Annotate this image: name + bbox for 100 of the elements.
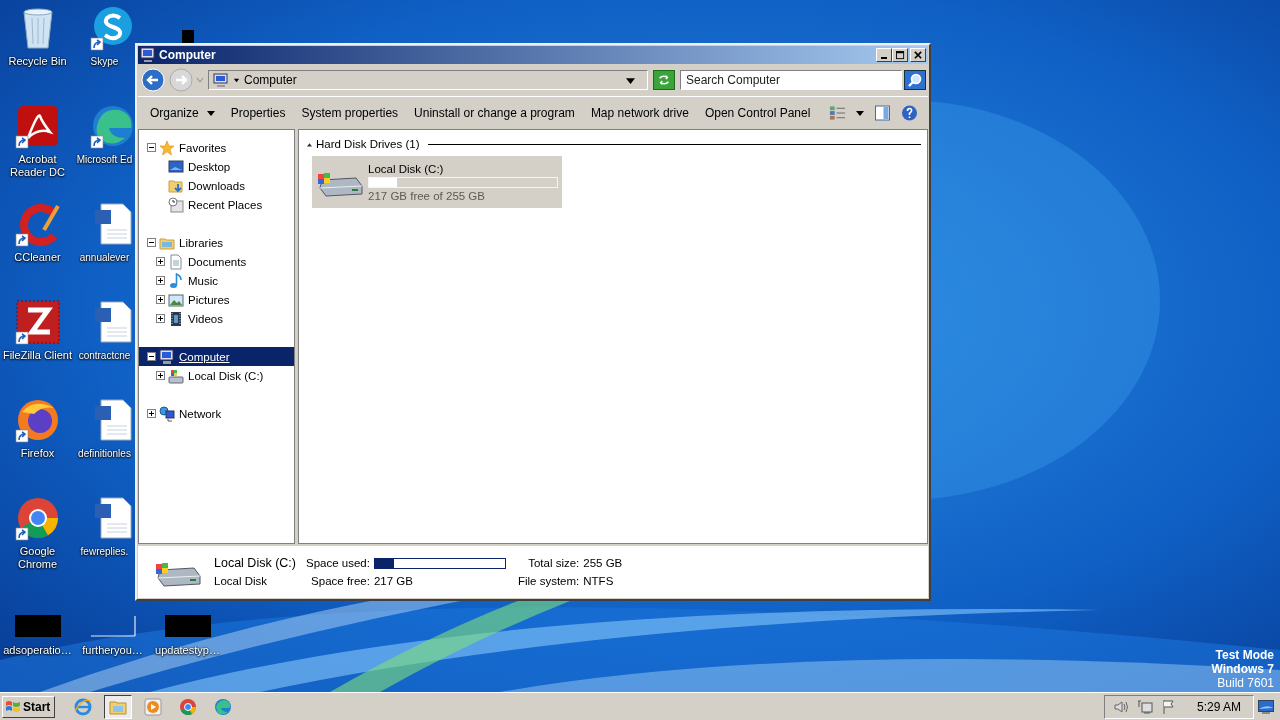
tree-item[interactable]: Videos: [139, 309, 294, 328]
tree-item[interactable]: Documents: [139, 252, 294, 271]
caret-icon[interactable]: [233, 76, 240, 84]
clock[interactable]: 5:29 AM: [1196, 699, 1241, 714]
icon-label: annualever: [78, 251, 131, 264]
tree-item[interactable]: Recent Places: [139, 195, 294, 214]
command-button[interactable]: Open Control Panel: [696, 102, 819, 124]
field-value: 217 GB: [373, 575, 414, 587]
icon-label: Google Chrome: [16, 545, 59, 571]
icon-label: Acrobat Reader DC: [9, 153, 66, 179]
os-notice-text: Test Mode: [1215, 648, 1274, 662]
desktop-icon: [168, 158, 184, 175]
computer-icon: [140, 47, 156, 63]
tree-item[interactable]: Favorites: [139, 138, 294, 157]
blank-file-icon[interactable]: [88, 614, 137, 638]
icon-label: CCleaner: [13, 251, 62, 264]
tree-item[interactable]: Music: [139, 271, 294, 290]
field-label: Space free:: [310, 575, 370, 587]
drive-icon: [168, 367, 184, 384]
close-button[interactable]: [910, 48, 926, 62]
command-button[interactable]: Properties: [222, 102, 294, 124]
search-icon: [907, 72, 923, 88]
command-button[interactable]: Organize: [142, 102, 223, 124]
pictures-icon: [168, 291, 184, 308]
filezilla-icon[interactable]: [13, 298, 62, 346]
field-label: File system:: [516, 575, 580, 587]
icon-label: Recycle Bin: [7, 55, 68, 68]
field-value: 255 GB: [583, 557, 623, 569]
refresh-button[interactable]: [653, 70, 675, 90]
star-icon: [159, 139, 175, 156]
show-desktop-icon[interactable]: [1258, 699, 1274, 714]
icon-label: definitionles: [77, 447, 132, 460]
field-value: NTFS: [583, 575, 615, 587]
redacted-icon[interactable]: [163, 614, 212, 638]
speaker-icon[interactable]: [1112, 698, 1129, 715]
command-button[interactable]: Uninstall or change a program: [406, 102, 583, 124]
tree-item[interactable]: Downloads: [139, 176, 294, 195]
windows-logo-icon: [5, 698, 21, 715]
tree-item[interactable]: Network: [139, 404, 294, 423]
dropdown-icon[interactable]: [626, 75, 635, 85]
tree-item[interactable]: Local Disk (C:): [139, 366, 294, 385]
music-icon: [168, 272, 184, 289]
explorer-taskbar-button[interactable]: [104, 694, 133, 719]
maximize-icon: [895, 50, 905, 60]
documents-icon: [168, 253, 184, 270]
minimize-button[interactable]: [876, 48, 892, 62]
drive-tile[interactable]: Local Disk (C:) 217 GB free of 255 GB: [312, 156, 562, 208]
window-title: Computer: [159, 48, 217, 62]
close-icon: [913, 50, 923, 60]
icon-label: fewreplies.: [79, 545, 130, 558]
back-button[interactable]: [140, 67, 166, 93]
expander-icon[interactable]: [147, 409, 156, 418]
command-button[interactable]: System properties: [293, 102, 407, 124]
expander-icon[interactable]: [147, 352, 156, 361]
chrome-icon: [178, 696, 199, 717]
tree-item[interactable]: Libraries: [139, 233, 294, 252]
os-notice-text: Build 7601: [1217, 676, 1274, 690]
address-bar[interactable]: Computer: [208, 70, 648, 90]
expander-icon[interactable]: [156, 314, 165, 323]
address-path: Computer: [244, 73, 298, 87]
minimize-icon: [881, 56, 887, 59]
tree-item[interactable]: Pictures: [139, 290, 294, 309]
media-icon: [143, 696, 164, 717]
preview-pane-icon[interactable]: [874, 105, 891, 121]
network-icon: [159, 405, 175, 422]
drive-name: Local Disk (C:): [214, 556, 297, 570]
group-header[interactable]: Hard Disk Drives (1): [316, 138, 420, 150]
computer-icon: [159, 348, 175, 365]
expander-icon[interactable]: [156, 295, 165, 304]
expander-icon[interactable]: [156, 276, 165, 285]
flag-icon[interactable]: [1160, 698, 1177, 715]
view-options-icon[interactable]: [829, 105, 846, 121]
expander-icon[interactable]: [156, 257, 165, 266]
caret-icon: [206, 109, 215, 117]
tree-item[interactable]: Computer: [139, 347, 294, 366]
help-icon[interactable]: [901, 105, 918, 121]
recent-icon: [168, 196, 184, 213]
field-label: Space used:: [306, 557, 370, 569]
icon-label: adsoperatio…: [2, 644, 73, 657]
expander-icon[interactable]: [147, 143, 156, 152]
caret-icon[interactable]: [856, 109, 864, 117]
tree-item[interactable]: Desktop: [139, 157, 294, 176]
collapse-icon[interactable]: [307, 141, 312, 147]
search-button[interactable]: [904, 70, 926, 90]
icon-label: Microsoft Ed: [76, 153, 133, 166]
expander-icon[interactable]: [147, 238, 156, 247]
maximize-button[interactable]: [892, 48, 908, 62]
drive-type: Local Disk: [214, 575, 269, 587]
network-icon[interactable]: [1136, 698, 1153, 715]
expander-icon[interactable]: [156, 371, 165, 380]
search-field[interactable]: Search Computer: [680, 70, 902, 90]
icon-label: Skype: [89, 55, 120, 68]
os-notice-text: Windows 7: [1211, 662, 1274, 676]
icon-label: furtheryou…: [81, 644, 144, 657]
command-button[interactable]: Map network drive: [582, 102, 697, 124]
start-button[interactable]: Start: [2, 695, 56, 718]
refresh-icon: [657, 73, 671, 87]
videos-icon: [168, 310, 184, 327]
computer-icon: [213, 72, 229, 88]
icon-label: updatestyp…: [154, 644, 221, 657]
